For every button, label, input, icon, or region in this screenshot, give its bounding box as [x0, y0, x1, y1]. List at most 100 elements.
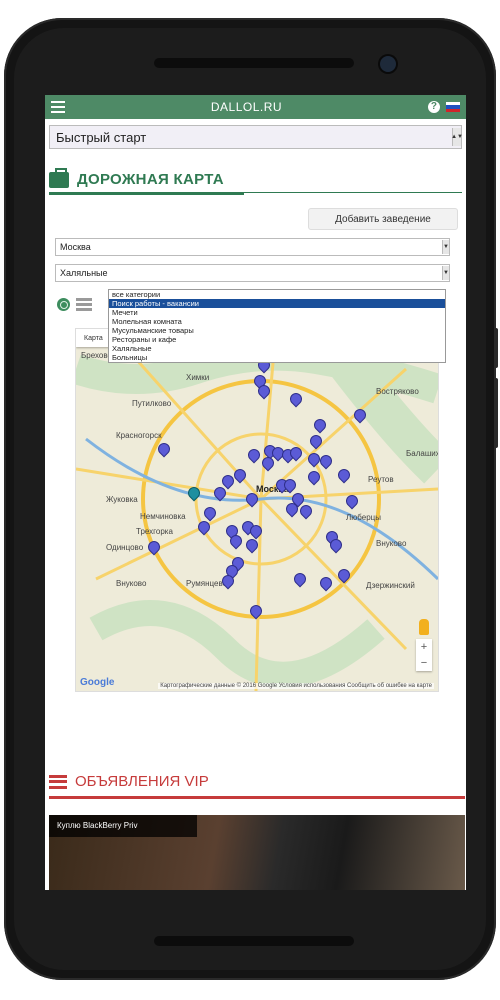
road-map-title: ДОРОЖНАЯ КАРТА	[77, 171, 224, 188]
russian-flag-icon[interactable]	[445, 102, 460, 112]
category-select[interactable]: Халяльные ▼	[55, 264, 450, 282]
vip-title: ОБЪЯВЛЕНИЯ VIP	[75, 773, 209, 790]
briefcase-icon	[49, 167, 69, 188]
dropdown-option-selected[interactable]: Поиск работы - вакансии	[109, 299, 445, 308]
dropdown-option[interactable]: Мусульманские товары	[109, 326, 445, 335]
map-label: Красногорск	[116, 431, 162, 440]
chevron-down-icon: ▼	[442, 240, 449, 254]
map-pin[interactable]	[320, 455, 330, 468]
map-pin[interactable]	[354, 409, 364, 422]
map-label: Востряково	[376, 387, 419, 396]
map-pin[interactable]	[148, 541, 158, 554]
chevron-down-icon: ▲▼	[451, 128, 463, 146]
list-icon	[49, 774, 67, 789]
map-pin[interactable]	[234, 469, 244, 482]
map-pin[interactable]	[262, 457, 272, 470]
map-label: Путилково	[132, 399, 172, 408]
vip-underline	[49, 796, 465, 799]
map-pin[interactable]	[204, 507, 214, 520]
brand-title: DALLOL.RU	[210, 100, 283, 114]
map-label: Дзержинский	[366, 581, 415, 590]
map-label: Химки	[186, 373, 210, 382]
map-view[interactable]: Карта Брехово Химки Путилково Красногорс…	[75, 328, 439, 692]
vip-listing-card[interactable]: Куплю BlackBerry Priv	[49, 815, 465, 890]
list-view-icon[interactable]	[76, 298, 92, 311]
map-pin[interactable]	[246, 539, 256, 552]
category-select-value: Халяльные	[60, 268, 108, 278]
map-pin[interactable]	[248, 449, 258, 462]
front-camera	[380, 56, 396, 72]
map-pin-selected[interactable]	[188, 487, 198, 500]
view-toggle	[57, 298, 92, 311]
vip-header: ОБЪЯВЛЕНИЯ VIP	[49, 773, 209, 790]
map-pin[interactable]	[338, 469, 348, 482]
map-pin[interactable]	[308, 453, 318, 466]
map-label: Люберцы	[346, 513, 381, 522]
map-label: Жуковка	[106, 495, 138, 504]
globe-icon[interactable]	[57, 298, 70, 311]
map-pin[interactable]	[214, 487, 224, 500]
map-pin[interactable]	[300, 505, 310, 518]
quick-start-select[interactable]: Быстрый старт ▲▼	[49, 125, 463, 149]
map-pin[interactable]	[158, 443, 168, 456]
dropdown-option[interactable]: все категории	[109, 290, 445, 299]
dropdown-option[interactable]: Мечети	[109, 308, 445, 317]
map-pin[interactable]	[246, 493, 256, 506]
map-label: Балашиха	[406, 449, 438, 458]
dropdown-option[interactable]: Халяльные	[109, 344, 445, 353]
map-label: Внуково	[116, 579, 147, 588]
power-button	[494, 328, 498, 368]
map-pin[interactable]	[330, 539, 340, 552]
google-logo: Google	[80, 677, 115, 688]
section-underline-thin	[49, 192, 462, 193]
map-label: Внуково	[376, 539, 407, 548]
map-pin[interactable]	[284, 479, 294, 492]
map-pin[interactable]	[222, 575, 232, 588]
map-pin[interactable]	[346, 495, 356, 508]
map-label: Одинцово	[106, 543, 144, 552]
map-pin[interactable]	[250, 605, 260, 618]
bottom-speaker	[154, 936, 354, 946]
street-view-pegman-icon[interactable]	[419, 619, 429, 635]
top-bar-actions: ?	[427, 101, 460, 113]
dropdown-option[interactable]: Больницы	[109, 353, 445, 362]
top-speaker	[154, 58, 354, 68]
dropdown-option[interactable]: Молельная комната	[109, 317, 445, 326]
menu-icon[interactable]	[51, 101, 65, 113]
map-pin[interactable]	[320, 577, 330, 590]
chevron-down-icon: ▼	[442, 266, 449, 280]
map-pin[interactable]	[230, 535, 240, 548]
map-label: Трехгорка	[136, 527, 173, 536]
volume-button	[494, 378, 498, 448]
map-pin[interactable]	[338, 569, 348, 582]
quick-start-value: Быстрый старт	[56, 129, 147, 145]
map-pin[interactable]	[308, 471, 318, 484]
map-pin[interactable]	[286, 503, 296, 516]
map-label: Реутов	[368, 475, 394, 484]
vip-listing-caption: Куплю BlackBerry Priv	[49, 815, 197, 837]
map-type-tab[interactable]: Карта	[76, 329, 111, 347]
zoom-control: + −	[416, 639, 432, 671]
road-map-header: ДОРОЖНАЯ КАРТА	[49, 167, 462, 188]
map-pin[interactable]	[314, 419, 324, 432]
help-icon[interactable]: ?	[427, 101, 440, 113]
map-pin[interactable]	[258, 385, 268, 398]
city-select[interactable]: Москва ▼	[55, 238, 450, 256]
zoom-in-button[interactable]: +	[416, 639, 432, 655]
add-place-button[interactable]: Добавить заведение	[308, 208, 458, 230]
category-dropdown-list: все категории Поиск работы - вакансии Ме…	[108, 289, 446, 363]
phone-screen: DALLOL.RU ? Быстрый старт ▲▼ ДОРОЖНАЯ КА…	[45, 95, 466, 890]
map-pin[interactable]	[290, 393, 300, 406]
map-copyright[interactable]: Картографические данные © 2016 Google Ус…	[158, 683, 434, 689]
map-pin[interactable]	[310, 435, 320, 448]
city-select-value: Москва	[60, 242, 91, 252]
map-label: Немчиновка	[140, 512, 186, 521]
zoom-out-button[interactable]: −	[416, 655, 432, 671]
map-pin[interactable]	[272, 447, 282, 460]
top-bar: DALLOL.RU ?	[45, 95, 466, 119]
map-pin[interactable]	[290, 447, 300, 460]
map-pin[interactable]	[294, 573, 304, 586]
dropdown-option[interactable]: Рестораны и кафе	[109, 335, 445, 344]
map-pin[interactable]	[250, 525, 260, 538]
map-pin[interactable]	[198, 521, 208, 534]
